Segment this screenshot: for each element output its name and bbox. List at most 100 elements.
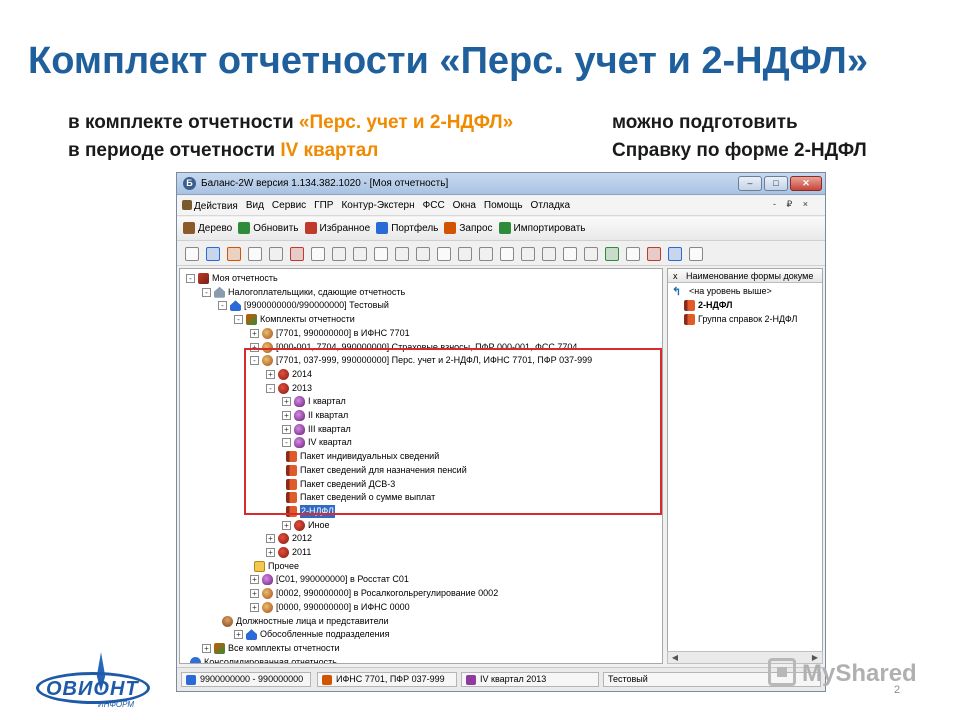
tool-icon-1[interactable] [206,247,220,261]
expand-icon[interactable]: + [250,589,259,599]
toolbar-button-1[interactable]: Обновить [238,222,299,234]
menu-item-3[interactable]: ГПР [313,200,334,212]
expand-icon[interactable]: + [234,630,243,640]
tool-icon-19[interactable] [584,247,598,261]
tool-icon-3[interactable] [248,247,262,261]
main-toolbar: Дерево Обновить Избранное Портфель Запрос Имп… [177,217,825,241]
toolbar-button-3[interactable]: Портфель [376,222,438,234]
tree-item-label: Обособленные подразделения [260,629,390,640]
tool-icon-8[interactable] [353,247,367,261]
up-level-item[interactable]: ↰ <на уровень выше> [672,285,772,298]
tool-icon-6[interactable] [311,247,325,261]
tree-item[interactable]: + Обособленные подразделения [234,628,390,641]
toolbar-button-0[interactable]: Дерево [183,222,232,234]
menu-item-1[interactable]: Вид [245,200,265,212]
tree-item[interactable]: + [7701, 990000000] в ИФНС 7701 [250,327,410,340]
collapse-icon[interactable]: - [202,287,211,297]
tree-item[interactable]: + [0002, 990000000] в Росалкогольрегулиро… [250,587,498,600]
menu-item-5[interactable]: ФСС [422,200,446,212]
tree-item[interactable]: - Моя отчетность [186,272,278,285]
collapse-icon[interactable]: - [186,274,195,283]
menu-item-6[interactable]: Окна [452,200,477,212]
favorites-icon [304,222,317,234]
tool-icon-22[interactable] [647,247,661,261]
logo-text: ОВИОНТ [46,678,139,700]
document-group-icon [684,314,695,325]
year-icon [294,519,305,531]
tool-icon-0[interactable] [185,247,199,261]
people-icon [222,615,233,627]
tree-item-label: Консолидированная отчетность [204,656,337,664]
tool-icon-10[interactable] [395,247,409,261]
expand-icon[interactable]: + [250,328,259,338]
close-column-icon[interactable]: x [673,269,678,282]
tool-icon-14[interactable] [479,247,493,261]
collapse-icon[interactable]: - [218,301,227,311]
tool-icon-15[interactable] [500,247,514,261]
expand-icon[interactable]: + [202,643,211,653]
tool-icon-18[interactable] [563,247,577,261]
tool-icon-23[interactable] [668,247,682,261]
lead-line-2-text: в периоде отчетности [68,140,281,161]
tool-icon-9[interactable] [374,247,388,261]
expand-icon[interactable]: + [250,575,259,585]
tree-item[interactable]: + Все комплекты отчетности [202,642,340,655]
maximize-button[interactable]: □ [764,176,788,191]
expand-icon[interactable]: + [266,548,275,557]
taxpayer-icon [186,675,196,685]
toolbar-button-5[interactable]: Импортировать [498,222,586,234]
tool-icon-20[interactable] [605,247,619,261]
close-button[interactable]: ✕ [790,176,822,191]
tool-icon-2[interactable] [227,247,241,261]
mdi-controls[interactable]: - ₽ × [773,199,812,210]
tree-item-label: [С01, 990000000] в Росстат С01 [276,574,409,585]
tree-item[interactable]: + Иное [282,519,329,532]
tree-item[interactable]: + [0000, 990000000] в ИФНС 0000 [250,601,410,614]
toolbar-button-4[interactable]: Запрос [444,222,493,234]
menu-item-2[interactable]: Сервис [271,200,307,212]
expand-icon[interactable]: + [250,602,259,612]
tree-item[interactable]: - [9900000000/990000000] Тестовый [218,299,389,312]
menu-item-8[interactable]: Отладка [530,200,572,212]
form-group-2ndfl[interactable]: Группа справок 2-НДФЛ [672,313,797,326]
minimize-button[interactable]: – [738,176,762,191]
tool-icon-12[interactable] [437,247,451,261]
tree-item[interactable]: - Комплекты отчетности [234,313,355,326]
form-item-label: 2-НДФЛ [698,300,733,310]
forms-column-header[interactable]: x Наименование формы докуме [668,269,822,283]
tree-item-label: Иное [308,519,330,530]
expand-icon[interactable]: + [266,534,275,544]
tool-icon-11[interactable] [416,247,430,261]
kit-icon [262,327,273,339]
tool-icon-13[interactable] [458,247,472,261]
tool-icon-5[interactable] [290,247,304,261]
scroll-left-icon[interactable]: ◀ [670,653,680,662]
tool-icon-21[interactable] [626,247,640,261]
tree-item-label: [9900000000/990000000] Тестовый [244,300,389,311]
toolbar-button-2[interactable]: Избранное [304,222,370,234]
tool-icon-24[interactable] [689,247,703,261]
tool-icon-17[interactable] [542,247,556,261]
menu-item-4[interactable]: Контур-Экстерн [340,200,415,212]
tree-item[interactable]: Должностные лица и представители [222,615,389,628]
tree-item[interactable]: - Налогоплательщики, сдающие отчетность [202,286,405,299]
up-arrow-icon: ↰ [672,285,682,298]
menu-item-0[interactable]: Действия [181,200,239,212]
actions-icon [182,200,192,210]
tree-item[interactable]: +2012 [266,532,312,545]
tool-icon-16[interactable] [521,247,535,261]
tree-item[interactable]: + [С01, 990000000] в Росстат С01 [250,573,409,586]
tree-item[interactable]: +2011 [266,546,311,559]
tree-item[interactable]: Прочее [254,560,299,573]
collapse-icon[interactable]: - [234,315,243,325]
tree-item[interactable]: Консолидированная отчетность [190,656,337,664]
kit-icon [262,601,273,613]
form-item-2ndfl[interactable]: 2-НДФЛ [672,299,732,312]
tool-icon-4[interactable] [269,247,283,261]
window-title: Баланс-2W версия 1.134.382.1020 - [Моя о… [201,178,449,189]
home-icon [214,286,225,298]
menu-item-7[interactable]: Помощь [483,200,524,212]
tool-icon-7[interactable] [332,247,346,261]
root-icon [198,273,209,284]
expand-icon[interactable]: + [282,520,291,530]
